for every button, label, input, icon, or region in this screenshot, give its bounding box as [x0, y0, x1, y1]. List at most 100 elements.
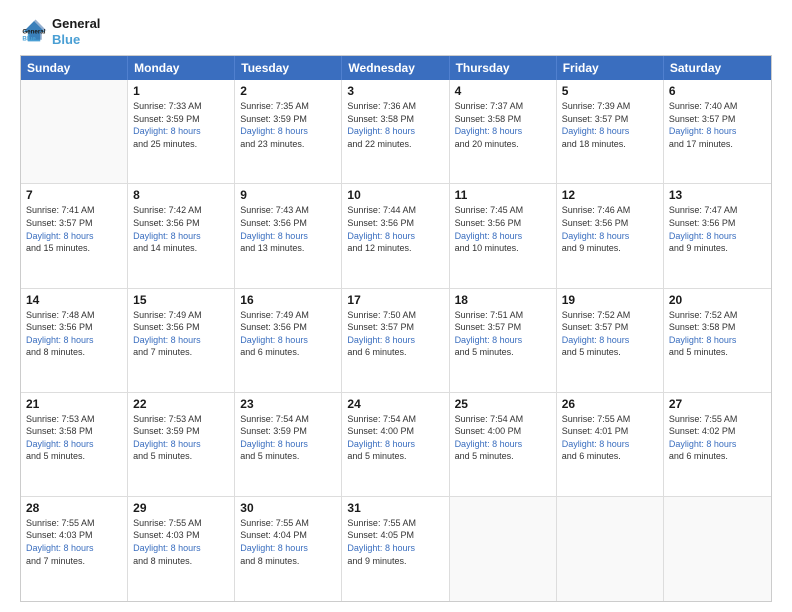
info-line: Sunrise: 7:45 AM [455, 205, 524, 215]
day-number: 2 [240, 84, 336, 98]
info-line: Sunset: 3:56 PM [133, 218, 200, 228]
cell-info: Sunrise: 7:37 AMSunset: 3:58 PMDaylight:… [455, 100, 551, 150]
logo: General Blue General Blue [20, 16, 100, 47]
info-line: Sunset: 4:01 PM [562, 426, 629, 436]
info-line: and 7 minutes. [133, 347, 192, 357]
calendar-cell: 3Sunrise: 7:36 AMSunset: 3:58 PMDaylight… [342, 80, 449, 183]
svg-text:Blue: Blue [22, 35, 36, 42]
info-line: Daylight: 8 hours [669, 335, 737, 345]
info-line: Daylight: 8 hours [133, 126, 201, 136]
info-line: and 6 minutes. [562, 451, 621, 461]
day-number: 19 [562, 293, 658, 307]
info-line: and 18 minutes. [562, 139, 626, 149]
info-line: Sunrise: 7:44 AM [347, 205, 416, 215]
info-line: Sunset: 3:56 PM [26, 322, 93, 332]
info-line: Daylight: 8 hours [562, 439, 630, 449]
day-number: 27 [669, 397, 766, 411]
calendar-cell: 16Sunrise: 7:49 AMSunset: 3:56 PMDayligh… [235, 289, 342, 392]
calendar-cell: 9Sunrise: 7:43 AMSunset: 3:56 PMDaylight… [235, 184, 342, 287]
calendar-cell: 4Sunrise: 7:37 AMSunset: 3:58 PMDaylight… [450, 80, 557, 183]
info-line: and 5 minutes. [669, 347, 728, 357]
cell-info: Sunrise: 7:54 AMSunset: 4:00 PMDaylight:… [455, 413, 551, 463]
info-line: Daylight: 8 hours [133, 335, 201, 345]
info-line: Sunset: 3:56 PM [240, 322, 307, 332]
info-line: Sunrise: 7:41 AM [26, 205, 95, 215]
calendar-cell: 8Sunrise: 7:42 AMSunset: 3:56 PMDaylight… [128, 184, 235, 287]
info-line: Daylight: 8 hours [562, 231, 630, 241]
calendar: SundayMondayTuesdayWednesdayThursdayFrid… [20, 55, 772, 602]
calendar-cell: 1Sunrise: 7:33 AMSunset: 3:59 PMDaylight… [128, 80, 235, 183]
cell-info: Sunrise: 7:55 AMSunset: 4:01 PMDaylight:… [562, 413, 658, 463]
calendar-cell: 17Sunrise: 7:50 AMSunset: 3:57 PMDayligh… [342, 289, 449, 392]
info-line: Sunrise: 7:55 AM [133, 518, 202, 528]
info-line: and 8 minutes. [133, 556, 192, 566]
info-line: Sunrise: 7:55 AM [347, 518, 416, 528]
info-line: and 14 minutes. [133, 243, 197, 253]
calendar-cell: 13Sunrise: 7:47 AMSunset: 3:56 PMDayligh… [664, 184, 771, 287]
info-line: and 8 minutes. [26, 347, 85, 357]
info-line: and 6 minutes. [240, 347, 299, 357]
page: General Blue General Blue SundayMondayTu… [0, 0, 792, 612]
header-day-friday: Friday [557, 56, 664, 80]
cell-info: Sunrise: 7:51 AMSunset: 3:57 PMDaylight:… [455, 309, 551, 359]
cell-info: Sunrise: 7:41 AMSunset: 3:57 PMDaylight:… [26, 204, 122, 254]
info-line: Sunrise: 7:55 AM [26, 518, 95, 528]
calendar-cell: 29Sunrise: 7:55 AMSunset: 4:03 PMDayligh… [128, 497, 235, 601]
info-line: Daylight: 8 hours [133, 231, 201, 241]
info-line: Sunrise: 7:52 AM [562, 310, 631, 320]
info-line: and 5 minutes. [347, 451, 406, 461]
calendar-cell: 6Sunrise: 7:40 AMSunset: 3:57 PMDaylight… [664, 80, 771, 183]
info-line: Sunset: 3:56 PM [455, 218, 522, 228]
day-number: 24 [347, 397, 443, 411]
calendar-cell: 5Sunrise: 7:39 AMSunset: 3:57 PMDaylight… [557, 80, 664, 183]
info-line: Daylight: 8 hours [669, 231, 737, 241]
cell-info: Sunrise: 7:44 AMSunset: 3:56 PMDaylight:… [347, 204, 443, 254]
cell-info: Sunrise: 7:50 AMSunset: 3:57 PMDaylight:… [347, 309, 443, 359]
info-line: Sunset: 4:03 PM [133, 530, 200, 540]
day-number: 12 [562, 188, 658, 202]
info-line: Sunrise: 7:49 AM [240, 310, 309, 320]
info-line: Sunrise: 7:37 AM [455, 101, 524, 111]
calendar-cell [21, 80, 128, 183]
info-line: Sunrise: 7:43 AM [240, 205, 309, 215]
day-number: 25 [455, 397, 551, 411]
cell-info: Sunrise: 7:46 AMSunset: 3:56 PMDaylight:… [562, 204, 658, 254]
calendar-cell: 22Sunrise: 7:53 AMSunset: 3:59 PMDayligh… [128, 393, 235, 496]
day-number: 10 [347, 188, 443, 202]
calendar-cell: 18Sunrise: 7:51 AMSunset: 3:57 PMDayligh… [450, 289, 557, 392]
info-line: Sunset: 3:56 PM [347, 218, 414, 228]
day-number: 9 [240, 188, 336, 202]
info-line: Sunrise: 7:54 AM [455, 414, 524, 424]
info-line: Sunset: 3:57 PM [669, 114, 736, 124]
info-line: Daylight: 8 hours [26, 439, 94, 449]
info-line: Sunrise: 7:50 AM [347, 310, 416, 320]
info-line: and 9 minutes. [669, 243, 728, 253]
calendar-cell: 24Sunrise: 7:54 AMSunset: 4:00 PMDayligh… [342, 393, 449, 496]
info-line: Daylight: 8 hours [347, 335, 415, 345]
info-line: Daylight: 8 hours [240, 231, 308, 241]
cell-info: Sunrise: 7:52 AMSunset: 3:58 PMDaylight:… [669, 309, 766, 359]
info-line: Daylight: 8 hours [562, 126, 630, 136]
header-day-saturday: Saturday [664, 56, 771, 80]
info-line: and 8 minutes. [240, 556, 299, 566]
info-line: Daylight: 8 hours [240, 543, 308, 553]
info-line: Sunset: 3:59 PM [240, 426, 307, 436]
calendar-cell [450, 497, 557, 601]
day-number: 15 [133, 293, 229, 307]
calendar-cell: 31Sunrise: 7:55 AMSunset: 4:05 PMDayligh… [342, 497, 449, 601]
info-line: and 5 minutes. [455, 347, 514, 357]
day-number: 26 [562, 397, 658, 411]
info-line: Sunset: 3:58 PM [26, 426, 93, 436]
info-line: Sunrise: 7:51 AM [455, 310, 524, 320]
info-line: Daylight: 8 hours [455, 439, 523, 449]
info-line: and 17 minutes. [669, 139, 733, 149]
info-line: Sunset: 3:57 PM [562, 322, 629, 332]
info-line: Sunset: 4:00 PM [347, 426, 414, 436]
info-line: and 22 minutes. [347, 139, 411, 149]
calendar-cell: 19Sunrise: 7:52 AMSunset: 3:57 PMDayligh… [557, 289, 664, 392]
day-number: 30 [240, 501, 336, 515]
cell-info: Sunrise: 7:42 AMSunset: 3:56 PMDaylight:… [133, 204, 229, 254]
info-line: Sunset: 4:02 PM [669, 426, 736, 436]
logo-text-general: General [52, 16, 100, 32]
day-number: 31 [347, 501, 443, 515]
